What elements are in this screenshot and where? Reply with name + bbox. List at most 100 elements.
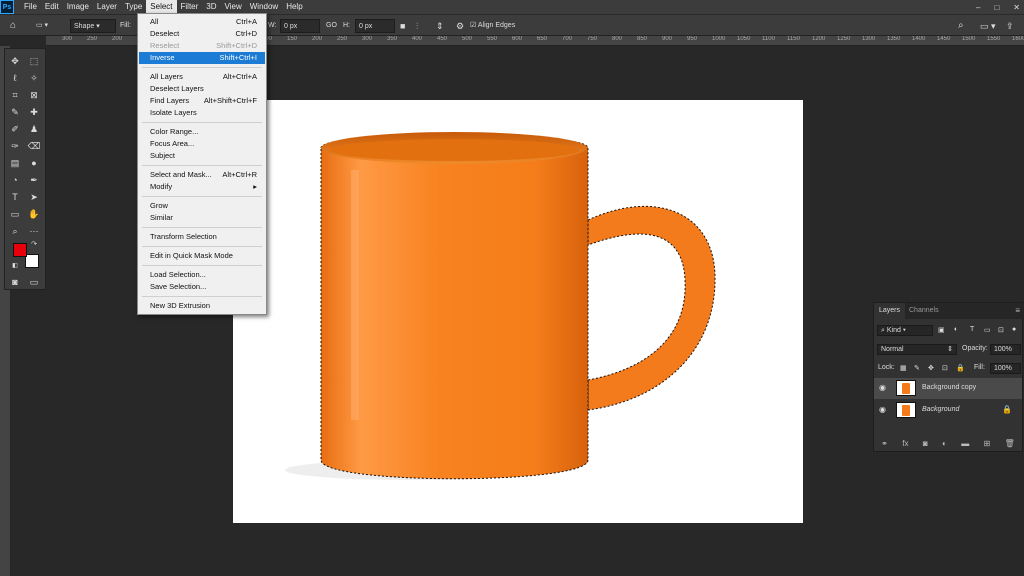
new-layer-icon[interactable]: ⊞: [984, 439, 991, 448]
lock-artboard-icon[interactable]: ⊡: [942, 364, 948, 372]
marquee-tool-icon[interactable]: ⬚: [27, 55, 41, 67]
menu-item-find-layers[interactable]: Find Layers Alt+Shift+Ctrl+F: [139, 95, 265, 107]
foreground-color-swatch[interactable]: [13, 243, 27, 257]
layer-row-background-copy[interactable]: ◉ Background copy: [874, 378, 1022, 399]
tool-preset-icon[interactable]: ▭ ▾: [36, 19, 48, 33]
close-icon[interactable]: ✕: [1013, 3, 1020, 12]
menu-edit[interactable]: Edit: [41, 0, 63, 14]
menu-item-new-3d-extrusion[interactable]: New 3D Extrusion: [139, 300, 265, 312]
menu-layer[interactable]: Layer: [93, 0, 121, 14]
blend-mode-select[interactable]: Normal ⇕: [877, 344, 957, 355]
layer-row-background[interactable]: ◉ Background 🔒: [874, 400, 1022, 421]
history-brush-tool-icon[interactable]: ✑: [8, 140, 22, 152]
tab-layers[interactable]: Layers: [874, 303, 906, 319]
lasso-tool-icon[interactable]: ℓ: [8, 72, 22, 84]
menu-item-all-layers[interactable]: All Layers Alt+Ctrl+A: [139, 71, 265, 83]
menu-item-all[interactable]: All Ctrl+A: [139, 16, 265, 28]
move-tool-icon[interactable]: ✥: [8, 55, 22, 67]
menu-item-inverse[interactable]: Inverse Shift+Ctrl+I: [139, 52, 265, 64]
menu-item-color-range[interactable]: Color Range...: [139, 126, 265, 138]
menu-item-isolate-layers[interactable]: Isolate Layers: [139, 107, 265, 119]
home-icon[interactable]: ⌂: [10, 19, 16, 33]
lock-all-icon[interactable]: 🔒: [956, 364, 965, 372]
menu-item-modify[interactable]: Modify ▸: [139, 181, 265, 193]
magic-wand-tool-icon[interactable]: ✧: [27, 72, 41, 84]
healing-brush-tool-icon[interactable]: ✚: [27, 106, 41, 118]
share-icon[interactable]: ⇪: [1006, 19, 1014, 33]
brush-tool-icon[interactable]: ✐: [8, 123, 22, 135]
swap-colors-icon[interactable]: ↷: [27, 239, 41, 251]
hand-tool-icon[interactable]: ✋: [27, 208, 41, 220]
tab-channels[interactable]: Channels: [904, 303, 944, 319]
new-group-icon[interactable]: ▬: [961, 439, 969, 448]
pen-tool-icon[interactable]: ✒: [27, 174, 41, 186]
lock-position-icon[interactable]: ✥: [928, 364, 934, 372]
panel-menu-icon[interactable]: ≡: [1015, 306, 1020, 315]
menu-image[interactable]: Image: [63, 0, 93, 14]
path-operations-icon[interactable]: ■: [400, 19, 405, 33]
link-layers-icon[interactable]: ⚭: [881, 439, 888, 448]
eraser-tool-icon[interactable]: ⌫: [27, 140, 41, 152]
quick-mask-icon[interactable]: ◙: [8, 276, 22, 288]
menu-item-grow[interactable]: Grow: [139, 200, 265, 212]
crop-tool-icon[interactable]: ⌗: [8, 89, 22, 101]
menu-item-transform-selection[interactable]: Transform Selection: [139, 231, 265, 243]
filter-shape-icon[interactable]: ▭: [984, 326, 991, 334]
gradient-tool-icon[interactable]: ▤: [8, 157, 22, 169]
menu-view[interactable]: View: [221, 0, 246, 14]
menu-item-select-and-mask[interactable]: Select and Mask... Alt+Ctrl+R: [139, 169, 265, 181]
filter-smart-object-icon[interactable]: ⊡: [998, 326, 1004, 334]
menu-item-load-selection[interactable]: Load Selection...: [139, 269, 265, 281]
menu-help[interactable]: Help: [282, 0, 306, 14]
maximize-icon[interactable]: □: [994, 3, 999, 12]
menu-filter[interactable]: Filter: [177, 0, 203, 14]
eyedropper-tool-icon[interactable]: ✎: [8, 106, 22, 118]
lock-image-icon[interactable]: ✎: [914, 364, 920, 372]
fill-input[interactable]: 100%: [990, 363, 1021, 374]
app-logo[interactable]: Ps: [0, 0, 14, 14]
delete-layer-icon[interactable]: 🗑: [1005, 439, 1015, 448]
dodge-tool-icon[interactable]: ◔: [8, 174, 22, 186]
path-arrangement-icon[interactable]: ⇕: [436, 19, 444, 33]
zoom-tool-icon[interactable]: ⌕: [8, 225, 22, 237]
menu-item-deselect[interactable]: Deselect Ctrl+D: [139, 28, 265, 40]
path-selection-tool-icon[interactable]: ➤: [27, 191, 41, 203]
menu-item-reselect[interactable]: Reselect Shift+Ctrl+D: [139, 40, 265, 52]
menu-select[interactable]: Select: [146, 0, 177, 14]
menu-window[interactable]: Window: [246, 0, 282, 14]
search-icon[interactable]: ⌕: [958, 19, 964, 33]
menu-item-edit-in-quick-mask-mode[interactable]: Edit in Quick Mask Mode: [139, 250, 265, 262]
minimize-icon[interactable]: –: [976, 3, 980, 12]
align-edges-checkbox[interactable]: ☑ Align Edges: [470, 19, 515, 33]
link-dimensions-icon[interactable]: GO: [326, 19, 337, 33]
filter-pixel-icon[interactable]: ▣: [938, 326, 945, 334]
clone-stamp-tool-icon[interactable]: ♟: [27, 123, 41, 135]
document-canvas[interactable]: [233, 100, 803, 523]
height-input[interactable]: 0 px: [355, 19, 395, 33]
blur-tool-icon[interactable]: ●: [27, 157, 41, 169]
settings-gear-icon[interactable]: ⚙: [456, 19, 464, 33]
rectangle-tool-icon[interactable]: ▭: [8, 208, 22, 220]
opacity-input[interactable]: 100%: [990, 344, 1021, 355]
add-mask-icon[interactable]: ◙: [923, 439, 928, 448]
frame-tool-icon[interactable]: ⊠: [27, 89, 41, 101]
lock-transparent-icon[interactable]: ▦: [900, 364, 907, 372]
shape-mode-select[interactable]: Shape ▾: [70, 19, 116, 33]
width-input[interactable]: 0 px: [280, 19, 320, 33]
menu-item-deselect-layers[interactable]: Deselect Layers: [139, 83, 265, 95]
visibility-eye-icon[interactable]: ◉: [879, 405, 886, 414]
screen-mode-icon[interactable]: ▭: [27, 276, 41, 288]
menu-item-subject[interactable]: Subject: [139, 150, 265, 162]
visibility-eye-icon[interactable]: ◉: [879, 383, 886, 392]
fx-icon[interactable]: fx: [902, 439, 908, 448]
filter-type-icon[interactable]: T: [970, 326, 974, 333]
type-tool-icon[interactable]: T: [8, 191, 22, 203]
menu-item-focus-area[interactable]: Focus Area...: [139, 138, 265, 150]
menu-item-similar[interactable]: Similar: [139, 212, 265, 224]
menu-file[interactable]: File: [20, 0, 41, 14]
menu-3d[interactable]: 3D: [202, 0, 220, 14]
kind-filter-select[interactable]: ⌕ Kind ▾: [877, 325, 933, 336]
menu-item-save-selection[interactable]: Save Selection...: [139, 281, 265, 293]
workspace-icon[interactable]: ▭ ▾: [980, 19, 996, 33]
filter-toggle-icon[interactable]: ●: [1012, 326, 1016, 333]
